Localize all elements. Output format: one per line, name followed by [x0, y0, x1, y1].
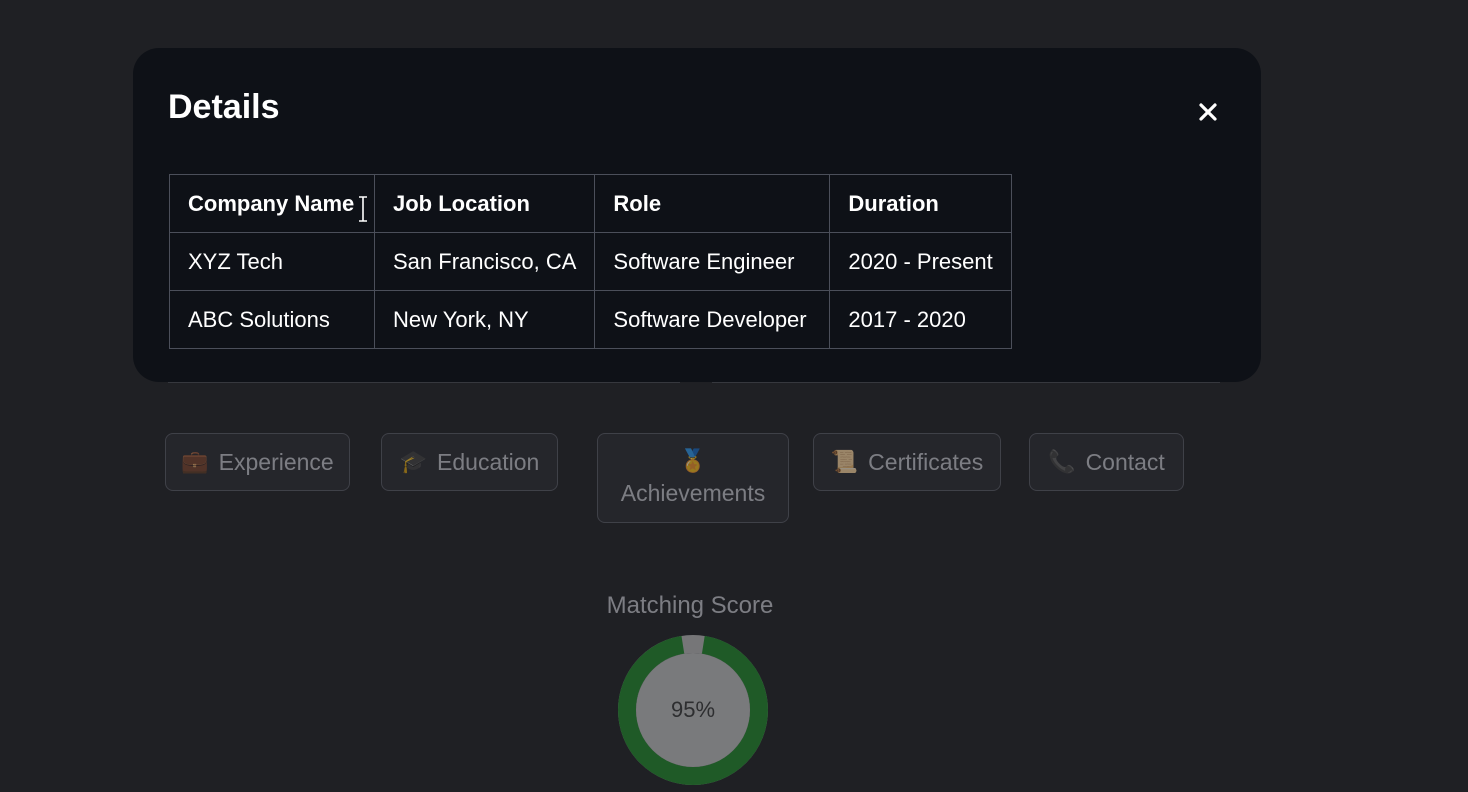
contact-button[interactable]: 📞 Contact	[1029, 433, 1184, 491]
details-table: Company Name Job Location Role Duration …	[169, 174, 1012, 349]
cell-duration: 2017 - 2020	[829, 290, 1012, 349]
header-role: Role	[594, 174, 831, 233]
cell-location: San Francisco, CA	[373, 232, 596, 291]
divider-left	[168, 382, 680, 383]
app-page: 💼 Experience 🎓 Education 🏅 Achievements …	[0, 0, 1468, 792]
achievements-button-label: Achievements	[620, 480, 766, 506]
achievements-button[interactable]: 🏅 Achievements	[597, 433, 789, 523]
divider-right	[712, 382, 1220, 383]
table-row: XYZ Tech San Francisco, CA Software Engi…	[169, 232, 1012, 291]
matching-score-gauge: 95%	[617, 634, 769, 786]
cell-role: Software Engineer	[594, 232, 831, 291]
certificates-button-label: Certificates	[868, 448, 984, 475]
table-row: ABC Solutions New York, NY Software Deve…	[169, 290, 1012, 349]
medal-icon: 🏅	[679, 449, 707, 474]
cell-company: ABC Solutions	[169, 290, 375, 349]
cell-location: New York, NY	[373, 290, 596, 349]
experience-button[interactable]: 💼 Experience	[165, 433, 350, 491]
cell-duration: 2020 - Present	[829, 232, 1012, 291]
table-header-row: Company Name Job Location Role Duration	[169, 174, 1012, 233]
experience-button-label: Experience	[218, 448, 334, 475]
education-button[interactable]: 🎓 Education	[381, 433, 558, 491]
cell-role: Software Developer	[594, 290, 831, 349]
certificates-button[interactable]: 📜 Certificates	[813, 433, 1001, 491]
graduation-cap-icon: 🎓	[399, 449, 428, 475]
cell-company: XYZ Tech	[169, 232, 375, 291]
header-duration: Duration	[829, 174, 1012, 233]
phone-icon: 📞	[1048, 449, 1076, 475]
header-job-location: Job Location	[373, 174, 596, 233]
scroll-icon: 📜	[830, 449, 859, 475]
close-icon	[1199, 103, 1217, 121]
education-button-label: Education	[437, 448, 540, 475]
text-cursor-icon	[359, 196, 367, 222]
modal-title: Details	[168, 88, 280, 126]
briefcase-icon: 💼	[181, 449, 209, 475]
section-nav: 💼 Experience 🎓 Education 🏅 Achievements …	[0, 433, 1468, 533]
contact-button-label: Contact	[1085, 448, 1165, 475]
matching-score-value: 95%	[670, 697, 716, 722]
matching-score-title: Matching Score	[606, 592, 774, 619]
close-button[interactable]	[1190, 94, 1226, 130]
header-company-name: Company Name	[169, 174, 375, 233]
